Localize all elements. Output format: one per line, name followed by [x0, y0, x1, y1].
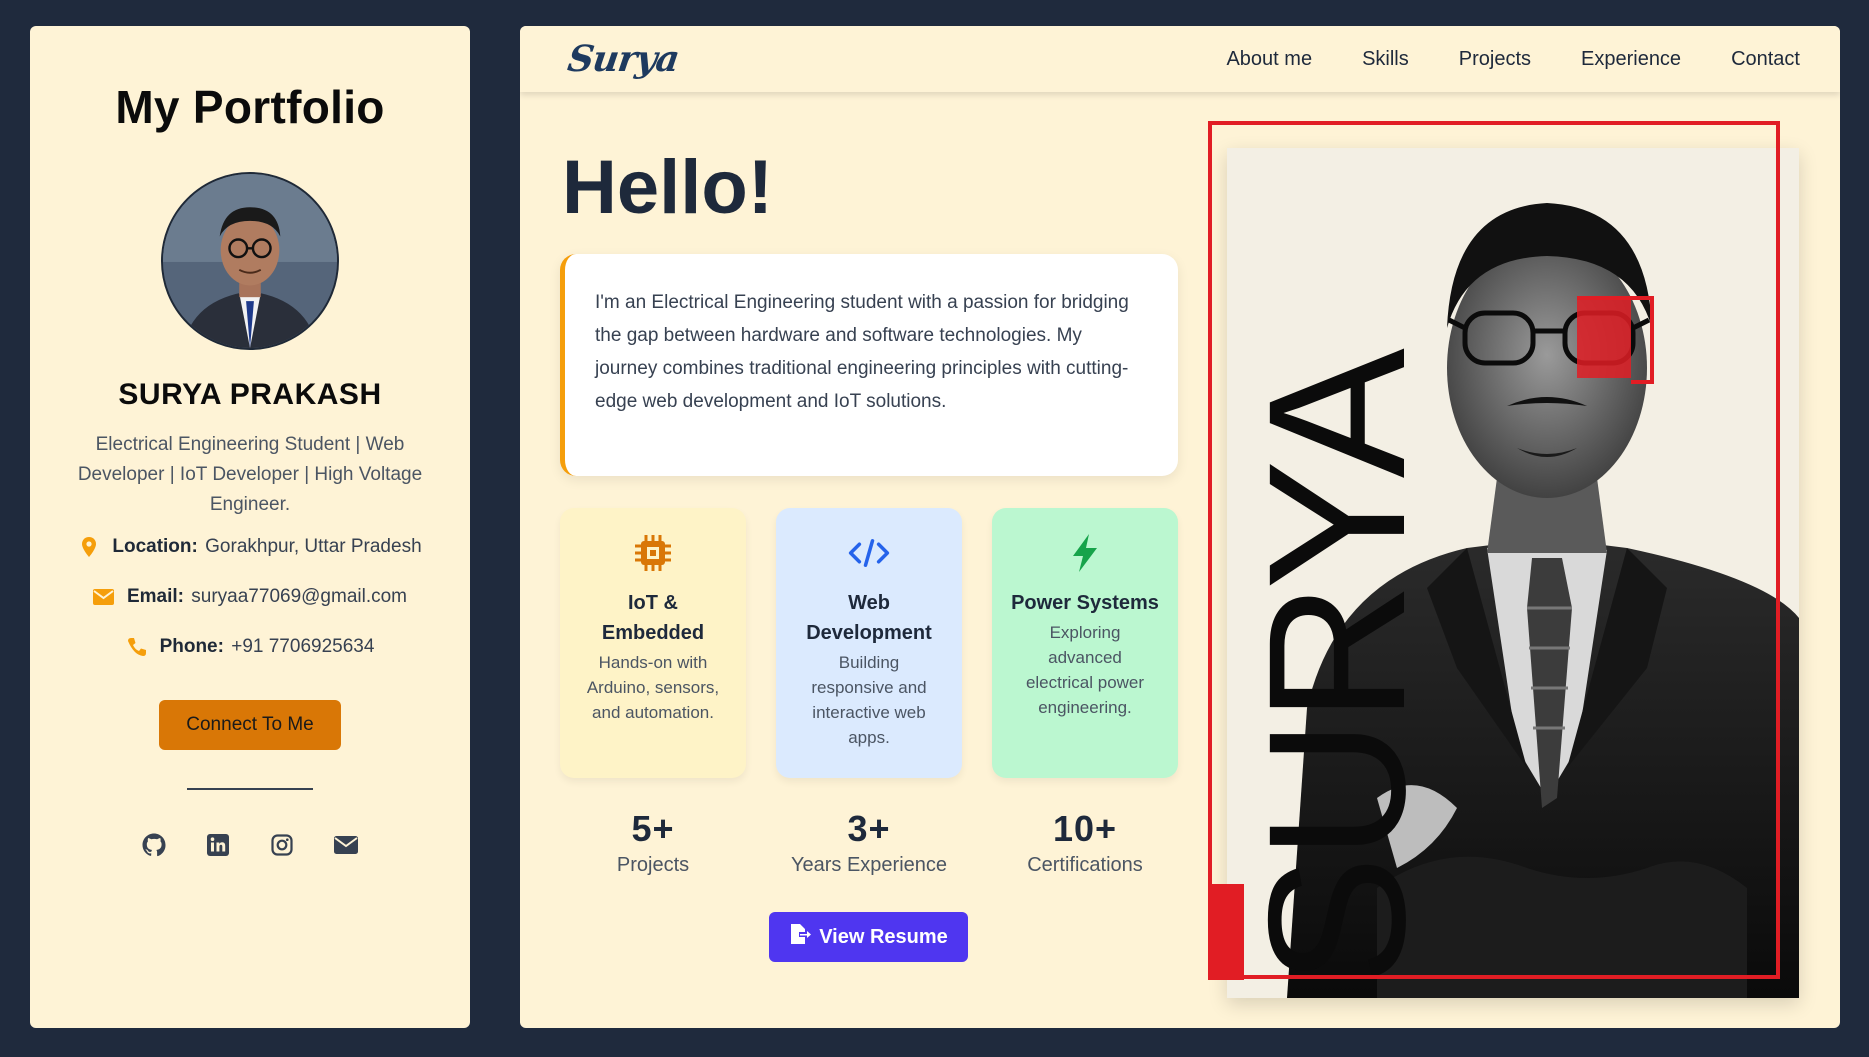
location-value: Gorakhpur, Uttar Pradesh — [205, 536, 422, 557]
nav-links: About me Skills Projects Experience Cont… — [1226, 48, 1800, 71]
location-row: Location: Gorakhpur, Uttar Pradesh — [78, 532, 422, 562]
feature-cards: IoT & Embedded Hands-on with Arduino, se… — [560, 508, 1178, 778]
phone-label: Phone: — [159, 636, 224, 657]
nav-link-skills[interactable]: Skills — [1362, 48, 1409, 71]
hero-photo-word: SURYA — [1228, 352, 1446, 986]
feature-card-iot: IoT & Embedded Hands-on with Arduino, se… — [560, 508, 746, 778]
contact-info: Location: Gorakhpur, Uttar Pradesh Email… — [78, 532, 422, 662]
email-value[interactable]: suryaa77069@gmail.com — [191, 586, 407, 607]
main-panel: Surya About me Skills Projects Experienc… — [520, 26, 1840, 1028]
envelope-icon — [93, 586, 115, 608]
feature-desc: Hands-on with Arduino, sensors, and auto… — [586, 653, 720, 722]
stat-certifications: 10+ Certifications — [992, 808, 1178, 877]
hero-greeting: Hello! — [562, 145, 774, 230]
feature-card-web: Web Development Building responsive and … — [776, 508, 962, 778]
stat-number: 5+ — [631, 808, 675, 849]
social-links — [141, 832, 359, 858]
hero-red-block — [1208, 884, 1244, 980]
feature-desc: Exploring advanced electrical power engi… — [1025, 623, 1145, 717]
instagram-icon[interactable] — [269, 832, 295, 858]
site-logo[interactable]: Surya — [565, 38, 681, 80]
avatar — [161, 172, 339, 350]
phone-icon — [126, 636, 148, 658]
feature-title: Web Development — [806, 592, 932, 644]
stat-label: Projects — [616, 854, 690, 876]
divider — [187, 788, 313, 790]
connect-button[interactable]: Connect To Me — [159, 700, 341, 750]
map-pin-icon — [78, 536, 100, 558]
nav-link-experience[interactable]: Experience — [1581, 48, 1681, 71]
view-resume-button[interactable]: View Resume — [769, 912, 968, 962]
profile-name: SURYA PRAKASH — [118, 378, 382, 411]
location-label: Location: — [112, 536, 198, 557]
profile-tagline: Electrical Engineering Student | Web Dev… — [77, 434, 423, 515]
stats-row: 5+ Projects 3+ Years Experience 10+ Cert… — [560, 808, 1178, 877]
sidebar-title: My Portfolio — [115, 81, 385, 133]
phone-row: Phone: +91 7706925634 — [126, 632, 374, 662]
phone-value[interactable]: +91 7706925634 — [231, 636, 374, 657]
feature-title: Power Systems — [1011, 592, 1159, 614]
bolt-icon — [1064, 532, 1106, 574]
feature-card-power: Power Systems Exploring advanced electri… — [992, 508, 1178, 778]
nav-link-contact[interactable]: Contact — [1731, 48, 1800, 71]
feature-title: IoT & Embedded — [601, 592, 705, 644]
stat-label: Years Experience — [790, 854, 948, 876]
top-navbar: Surya About me Skills Projects Experienc… — [520, 26, 1840, 92]
profile-sidebar: My Portfolio SURYA PRAKASH Electrical En… — [30, 26, 470, 1028]
stat-label: Certifications — [1027, 854, 1143, 876]
code-icon — [848, 532, 890, 574]
email-social-icon[interactable] — [333, 832, 359, 858]
email-label: Email: — [126, 586, 184, 607]
stat-number: 3+ — [847, 808, 891, 849]
linkedin-icon[interactable] — [205, 832, 231, 858]
nav-link-about[interactable]: About me — [1226, 48, 1312, 71]
view-resume-label: View Resume — [819, 925, 948, 948]
stat-number: 10+ — [1052, 808, 1118, 849]
intro-card: I'm an Electrical Engineering student wi… — [560, 254, 1178, 476]
feature-desc: Building responsive and interactive web … — [811, 653, 927, 747]
nav-link-projects[interactable]: Projects — [1459, 48, 1531, 71]
stat-projects: 5+ Projects — [560, 808, 746, 877]
chip-icon — [632, 532, 674, 574]
email-row: Email: suryaa77069@gmail.com — [93, 582, 407, 612]
intro-text: I'm an Electrical Engineering student wi… — [595, 292, 1129, 412]
github-icon[interactable] — [141, 832, 167, 858]
stat-experience: 3+ Years Experience — [776, 808, 962, 877]
file-export-icon — [789, 923, 812, 951]
